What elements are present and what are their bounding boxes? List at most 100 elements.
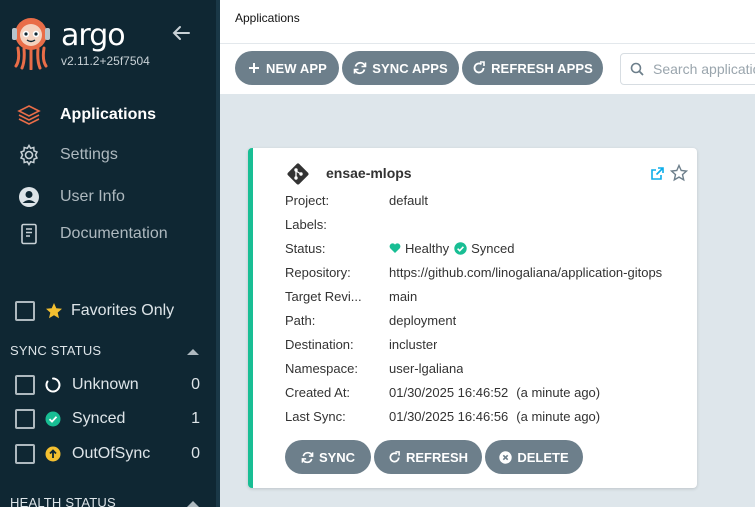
nav-item-documentation[interactable]: Documentation bbox=[0, 217, 216, 251]
search-input[interactable] bbox=[653, 61, 755, 77]
row-target-revision: Target Revi... main bbox=[285, 287, 417, 305]
sync-apps-button[interactable]: SYNC APPS bbox=[342, 51, 459, 85]
favorites-only-filter[interactable]: Favorites Only bbox=[15, 300, 174, 322]
plus-icon bbox=[247, 61, 261, 75]
caret-up-icon[interactable] bbox=[186, 344, 200, 355]
version-label: v2.11.2+25f7504 bbox=[61, 54, 150, 68]
target-revision-value: main bbox=[389, 288, 418, 304]
last-sync-date: 01/30/2025 16:46:56 bbox=[389, 408, 509, 424]
created-at-value: 01/30/2025 16:46:52 (a minute ago) bbox=[389, 385, 600, 400]
nav-label-applications: Applications bbox=[60, 106, 157, 123]
synced-checkbox[interactable] bbox=[15, 409, 35, 429]
favorites-checkbox[interactable] bbox=[15, 301, 35, 321]
last-sync-value: 01/30/2025 16:46:56 (a minute ago) bbox=[389, 409, 600, 424]
top-bar: Applications bbox=[220, 0, 755, 44]
repository-value: https://github.com/linogaliana/applicati… bbox=[389, 264, 663, 280]
row-project: Project: default bbox=[285, 191, 428, 209]
sync-icon bbox=[353, 61, 367, 75]
health-status-title: HEALTH STATUS bbox=[10, 495, 116, 507]
sync-label: SYNC bbox=[318, 449, 356, 465]
labels-key: Labels: bbox=[285, 216, 327, 232]
refresh-icon bbox=[388, 450, 401, 464]
nav-item-settings[interactable]: Settings bbox=[0, 138, 216, 172]
app-name[interactable]: ensae-mlops bbox=[326, 165, 412, 181]
check-circle-icon bbox=[45, 411, 61, 427]
unknown-count: 0 bbox=[191, 376, 200, 393]
refresh-apps-button[interactable]: REFRESH APPS bbox=[462, 51, 603, 85]
project-value: default bbox=[389, 192, 429, 208]
git-icon bbox=[286, 162, 310, 186]
refresh-apps-label: REFRESH APPS bbox=[491, 60, 593, 76]
circle-notch-icon bbox=[45, 377, 61, 393]
sync-status-title: SYNC STATUS bbox=[10, 343, 102, 358]
toolbar: NEW APP SYNC APPS REFRESH APPS bbox=[220, 44, 755, 94]
created-at-relative: (a minute ago) bbox=[516, 384, 601, 400]
sync-button[interactable]: SYNC bbox=[285, 440, 371, 474]
sidebar: argo v2.11.2+25f7504 Applications Settin… bbox=[0, 0, 216, 507]
namespace-value: user-lgaliana bbox=[389, 360, 464, 376]
filter-synced[interactable]: Synced 1 bbox=[15, 408, 200, 430]
project-key: Project: bbox=[285, 192, 330, 208]
outofsync-count: 0 bbox=[191, 445, 200, 462]
health-status: Healthy bbox=[405, 240, 450, 256]
refresh-icon bbox=[472, 61, 486, 75]
sync-icon bbox=[301, 451, 314, 464]
nav-label-settings: Settings bbox=[60, 146, 118, 163]
nav-item-applications[interactable]: Applications bbox=[0, 98, 216, 132]
row-last-sync: Last Sync: 01/30/2025 16:46:56 (a minute… bbox=[285, 407, 600, 425]
delete-button[interactable]: DELETE bbox=[485, 440, 583, 474]
row-destination: Destination: incluster bbox=[285, 335, 437, 353]
check-circle-icon bbox=[454, 241, 467, 255]
heart-icon bbox=[389, 242, 401, 254]
arrow-up-circle-icon bbox=[45, 446, 61, 462]
path-key: Path: bbox=[285, 312, 316, 328]
external-link-icon[interactable] bbox=[650, 166, 665, 181]
application-card[interactable]: ensae-mlops Project: default Labels: Sta… bbox=[248, 148, 697, 488]
namespace-key: Namespace: bbox=[285, 360, 358, 376]
row-path: Path: deployment bbox=[285, 311, 456, 329]
row-status: Status: Healthy Synced bbox=[285, 239, 514, 257]
row-created-at: Created At: 01/30/2025 16:46:52 (a minut… bbox=[285, 383, 600, 401]
times-circle-icon bbox=[499, 450, 513, 464]
last-sync-key: Last Sync: bbox=[285, 408, 346, 424]
created-at-key: Created At: bbox=[285, 384, 351, 400]
layers-icon bbox=[17, 103, 41, 127]
delete-label: DELETE bbox=[517, 449, 569, 465]
sync-apps-label: SYNC APPS bbox=[372, 60, 448, 76]
destination-value: incluster bbox=[389, 336, 438, 352]
target-revision-key: Target Revi... bbox=[285, 288, 362, 304]
nav-item-user-info[interactable]: User Info bbox=[0, 180, 216, 214]
brand-name: argo bbox=[61, 18, 126, 53]
row-labels: Labels: bbox=[285, 215, 389, 233]
destination-key: Destination: bbox=[285, 336, 354, 352]
filter-unknown[interactable]: Unknown 0 bbox=[15, 374, 200, 396]
new-app-button[interactable]: NEW APP bbox=[235, 51, 339, 85]
collapse-sidebar-icon[interactable] bbox=[170, 22, 192, 44]
search-icon bbox=[630, 62, 644, 76]
caret-up-icon[interactable] bbox=[186, 496, 200, 507]
argo-logo[interactable] bbox=[10, 16, 52, 71]
path-value: deployment bbox=[389, 312, 457, 328]
created-at-date: 01/30/2025 16:46:52 bbox=[389, 384, 509, 400]
last-sync-relative: (a minute ago) bbox=[516, 408, 601, 424]
nav-label-user-info: User Info bbox=[60, 188, 125, 205]
user-circle-icon bbox=[17, 185, 41, 209]
search-box[interactable] bbox=[620, 53, 755, 85]
refresh-button[interactable]: REFRESH bbox=[374, 440, 482, 474]
unknown-checkbox[interactable] bbox=[15, 375, 35, 395]
star-icon bbox=[45, 302, 63, 320]
refresh-label: REFRESH bbox=[405, 449, 469, 465]
favorite-star-icon[interactable] bbox=[669, 163, 689, 182]
book-icon bbox=[17, 222, 41, 246]
synced-label: Synced bbox=[72, 410, 126, 427]
status-key: Status: bbox=[285, 240, 326, 256]
outofsync-checkbox[interactable] bbox=[15, 444, 35, 464]
page-title: Applications bbox=[235, 11, 300, 25]
gear-icon bbox=[17, 143, 41, 167]
filter-outofsync[interactable]: OutOfSync 0 bbox=[15, 443, 200, 465]
repository-key: Repository: bbox=[285, 264, 351, 280]
outofsync-label: OutOfSync bbox=[72, 445, 151, 462]
favorites-label: Favorites Only bbox=[71, 302, 175, 319]
new-app-label: NEW APP bbox=[266, 60, 327, 76]
nav-label-documentation: Documentation bbox=[60, 225, 168, 242]
